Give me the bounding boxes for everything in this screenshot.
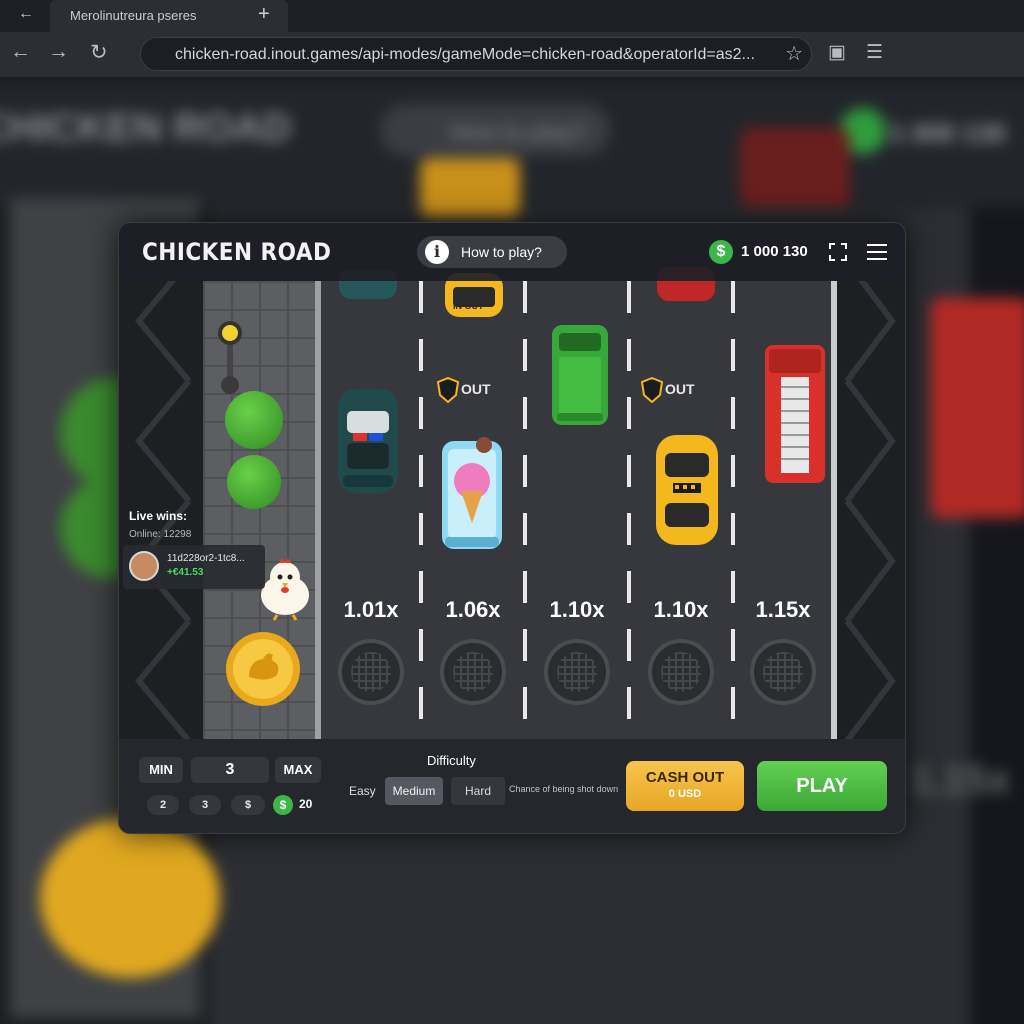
bush-icon: [225, 391, 283, 449]
manhole-step[interactable]: [544, 639, 610, 705]
inout-billboard: OUT: [437, 377, 503, 403]
min-bet-button[interactable]: MIN: [139, 757, 183, 783]
live-win-user: 11d228or2-1tc8...: [167, 553, 245, 564]
dollar-chip-icon[interactable]: $: [273, 795, 293, 815]
quick-bet-max-value[interactable]: 20: [299, 797, 312, 811]
manhole-step[interactable]: [750, 639, 816, 705]
chance-label: Chance of being shot down: [509, 784, 619, 794]
lane-multiplier: 1.01x: [343, 597, 399, 622]
chevron-pattern-right: [844, 281, 896, 739]
hamburger-menu-icon[interactable]: [867, 244, 887, 260]
game-window: CHICKEN ROAD i How to play? $ 1 000 130: [118, 222, 906, 834]
playfield: OUT OUT IN OUT 1.01x 1.06x 1.10x 1.10x 1…: [119, 267, 905, 739]
quick-bet-button[interactable]: $: [231, 795, 265, 815]
browser-toolbar: ← → ↻ chicken-road.inout.games/api-modes…: [0, 32, 1024, 78]
max-bet-button[interactable]: MAX: [275, 757, 321, 783]
bookmark-star-icon[interactable]: ☆: [785, 41, 803, 66]
green-van-icon: [552, 325, 608, 425]
manhole-step[interactable]: [440, 639, 506, 705]
lane-multiplier: 1.10x: [549, 597, 605, 622]
lane-multiplier: 1.10x: [653, 597, 709, 622]
control-bar: MIN 3 MAX 2 3 $ $ 20 Difficulty Easy Med…: [119, 739, 905, 833]
street-lamp-icon: [218, 321, 242, 394]
shield-logo-icon: [641, 377, 663, 403]
address-bar[interactable]: chicken-road.inout.games/api-modes/gameM…: [140, 37, 812, 71]
lane-multiplier: 1.06x: [445, 597, 501, 622]
lane-line: [731, 281, 735, 739]
browser-menu-icon[interactable]: ☰: [866, 41, 883, 64]
lane-line: [523, 281, 527, 739]
taxi-icon: [656, 435, 718, 545]
game-title: CHICKEN ROAD: [142, 238, 332, 266]
new-tab-plus-icon[interactable]: +: [258, 3, 270, 26]
cash-out-label: CASH OUT: [645, 769, 725, 786]
manhole-step[interactable]: [648, 639, 714, 705]
bet-amount-field[interactable]: 3: [191, 757, 269, 783]
back-arrow-icon[interactable]: ←: [10, 40, 31, 64]
browser-tab[interactable]: Merolinutreura pseres: [50, 0, 288, 32]
how-to-play-label: How to play?: [461, 244, 542, 260]
difficulty-title: Difficulty: [427, 753, 476, 768]
dollar-coin-icon: $: [709, 240, 733, 264]
how-to-play-button[interactable]: i How to play?: [417, 236, 567, 268]
avatar: [129, 551, 159, 581]
cash-out-button[interactable]: CASH OUT 0 USD: [626, 761, 744, 811]
ice-cream-truck-icon: [442, 437, 502, 549]
difficulty-easy-option[interactable]: Easy: [349, 784, 376, 798]
bg-balance: 1 000 130: [890, 118, 1006, 148]
tab-title: Merolinutreura pseres: [70, 8, 197, 23]
online-count: Online: 12298: [129, 529, 192, 540]
police-car-icon: [338, 389, 398, 493]
road-edge-line: [831, 281, 837, 739]
inout-billboard: OUT: [641, 377, 707, 403]
url-text: chicken-road.inout.games/api-modes/gameM…: [175, 46, 755, 63]
bg-taxi: [420, 158, 520, 218]
lane-multiplier: 1.15x: [755, 597, 811, 622]
quick-bet-button[interactable]: 3: [189, 795, 221, 815]
bg-firetruck: [930, 298, 1024, 518]
bg-coin: [40, 818, 220, 978]
bg-title: CHICKEN ROAD: [0, 106, 292, 150]
game-header: CHICKEN ROAD i How to play? $ 1 000 130: [119, 223, 905, 281]
balance-value: 1 000 130: [741, 243, 808, 260]
bg-multiplier: 1.15x: [910, 758, 1011, 802]
quick-bet-button[interactable]: 2: [147, 795, 179, 815]
live-wins-title: Live wins:: [129, 509, 188, 523]
extension-square-icon[interactable]: ▣: [828, 41, 846, 64]
bush-icon: [227, 455, 281, 509]
live-win-amount: +€41.53: [167, 567, 204, 578]
tab-back-arrow-icon[interactable]: ←: [18, 5, 34, 23]
forward-arrow-icon[interactable]: →: [48, 40, 69, 64]
billboard-label: OUT: [665, 381, 695, 397]
fire-truck-icon: [765, 345, 825, 483]
fullscreen-icon[interactable]: [829, 243, 847, 261]
reload-icon[interactable]: ↻: [90, 40, 108, 65]
cash-out-amount: 0 USD: [668, 788, 702, 800]
chicken-coin-icon: [226, 632, 300, 706]
billboard-label: OUT: [461, 381, 491, 397]
play-button[interactable]: PLAY: [757, 761, 887, 811]
live-win-item: 11d228or2-1tc8... +€41.53: [123, 545, 265, 589]
lane-line: [627, 281, 631, 739]
manhole-step[interactable]: [338, 639, 404, 705]
lane-line: [419, 281, 423, 739]
difficulty-medium-option[interactable]: Medium: [385, 777, 443, 805]
difficulty-hard-option[interactable]: Hard: [451, 777, 505, 805]
browser-tabbar: ← Merolinutreura pseres +: [0, 0, 1024, 32]
shield-logo-icon: [437, 377, 459, 403]
bg-car: [740, 128, 850, 208]
live-wins-panel: Live wins: Online: 12298 11d228or2-1tc8.…: [119, 503, 265, 589]
info-icon: i: [425, 240, 449, 264]
bg-howto: How to play?: [450, 120, 587, 145]
taxi-billboard-label: IN OUT: [453, 301, 484, 311]
